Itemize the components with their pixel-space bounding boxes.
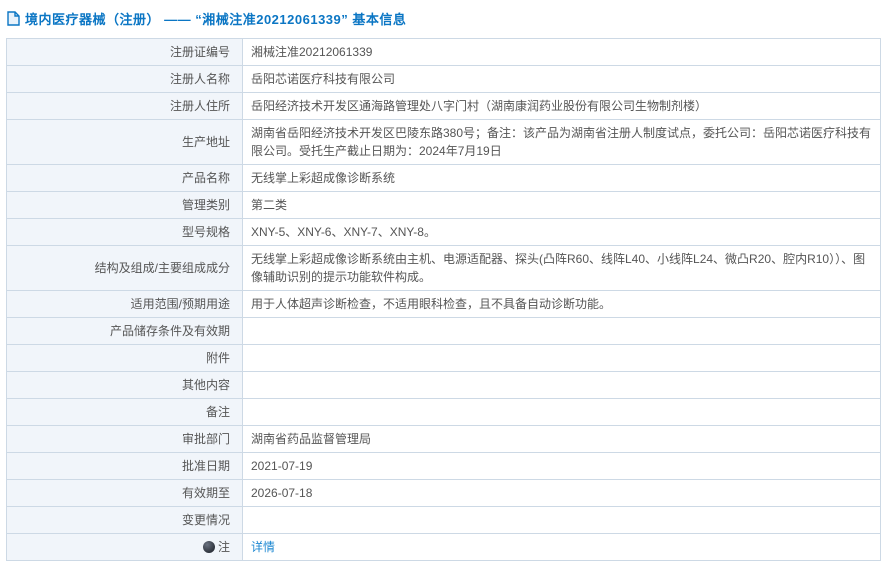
table-row: 型号规格 XNY-5、XNY-6、XNY-7、XNY-8。 — [7, 219, 881, 246]
row-value: 详情 — [243, 534, 881, 561]
table-row: 附件 — [7, 345, 881, 372]
row-label: 有效期至 — [7, 480, 243, 507]
row-label-text: 注册证编号 — [170, 45, 230, 59]
row-value: 第二类 — [243, 192, 881, 219]
row-label: 注册人住所 — [7, 93, 243, 120]
detail-link[interactable]: 详情 — [251, 540, 275, 554]
row-value — [243, 318, 881, 345]
row-label: 管理类别 — [7, 192, 243, 219]
table-row: 注册人住所 岳阳经济技术开发区通海路管理处八字门村（湖南康润药业股份有限公司生物… — [7, 93, 881, 120]
row-value: 无线掌上彩超成像诊断系统由主机、电源适配器、探头(凸阵R60、线阵L40、小线阵… — [243, 246, 881, 291]
row-label-text: 产品储存条件及有效期 — [110, 324, 230, 338]
row-value: 2021-07-19 — [243, 453, 881, 480]
row-label: 备注 — [7, 399, 243, 426]
row-value: 湖南省药品监督管理局 — [243, 426, 881, 453]
row-value-text: 2021-07-19 — [251, 459, 312, 473]
row-value-text: 2026-07-18 — [251, 486, 312, 500]
row-label-text: 审批部门 — [182, 432, 230, 446]
registration-info-table: 注册证编号 湘械注准20212061339 注册人名称 岳阳芯诺医疗科技有限公司… — [6, 38, 881, 561]
row-label: 变更情况 — [7, 507, 243, 534]
row-label: 产品名称 — [7, 165, 243, 192]
row-value: 无线掌上彩超成像诊断系统 — [243, 165, 881, 192]
document-icon — [7, 11, 20, 26]
row-label: 产品储存条件及有效期 — [7, 318, 243, 345]
row-label-text: 变更情况 — [182, 513, 230, 527]
row-value — [243, 507, 881, 534]
row-value — [243, 345, 881, 372]
row-label-text: 附件 — [206, 351, 230, 365]
row-label-text: 注册人住所 — [170, 99, 230, 113]
row-value: 湖南省岳阳经济技术开发区巴陵东路380号；备注：该产品为湖南省注册人制度试点，委… — [243, 120, 881, 165]
row-label-text: 其他内容 — [182, 378, 230, 392]
row-label: 审批部门 — [7, 426, 243, 453]
table-row: 其他内容 — [7, 372, 881, 399]
table-row: 产品储存条件及有效期 — [7, 318, 881, 345]
row-label: 适用范围/预期用途 — [7, 291, 243, 318]
table-row: 审批部门 湖南省药品监督管理局 — [7, 426, 881, 453]
row-value: 用于人体超声诊断检查，不适用眼科检查，且不具备自动诊断功能。 — [243, 291, 881, 318]
row-label: 注册证编号 — [7, 39, 243, 66]
row-label-text: 备注 — [206, 405, 230, 419]
table-row: 有效期至 2026-07-18 — [7, 480, 881, 507]
row-value-text: 无线掌上彩超成像诊断系统由主机、电源适配器、探头(凸阵R60、线阵L40、小线阵… — [251, 252, 865, 284]
table-row: 注册证编号 湘械注准20212061339 — [7, 39, 881, 66]
row-label-text: 型号规格 — [182, 225, 230, 239]
row-value: 岳阳芯诺医疗科技有限公司 — [243, 66, 881, 93]
row-value: 2026-07-18 — [243, 480, 881, 507]
row-label: 批准日期 — [7, 453, 243, 480]
row-value-text: 湘械注准20212061339 — [251, 45, 372, 59]
table-row: 适用范围/预期用途 用于人体超声诊断检查，不适用眼科检查，且不具备自动诊断功能。 — [7, 291, 881, 318]
table-row: 批准日期 2021-07-19 — [7, 453, 881, 480]
row-value: 湘械注准20212061339 — [243, 39, 881, 66]
row-value: 岳阳经济技术开发区通海路管理处八字门村（湖南康润药业股份有限公司生物制剂楼） — [243, 93, 881, 120]
table-row: 结构及组成/主要组成成分 无线掌上彩超成像诊断系统由主机、电源适配器、探头(凸阵… — [7, 246, 881, 291]
row-value: XNY-5、XNY-6、XNY-7、XNY-8。 — [243, 219, 881, 246]
row-label-text: 批准日期 — [182, 459, 230, 473]
table-row: 备注 — [7, 399, 881, 426]
row-value-text: 湖南省岳阳经济技术开发区巴陵东路380号；备注：该产品为湖南省注册人制度试点，委… — [251, 126, 871, 158]
row-value — [243, 372, 881, 399]
row-value-text: XNY-5、XNY-6、XNY-7、XNY-8。 — [251, 225, 436, 239]
table-row: 管理类别 第二类 — [7, 192, 881, 219]
row-label: 附件 — [7, 345, 243, 372]
row-label: 注册人名称 — [7, 66, 243, 93]
row-label-text: 管理类别 — [182, 198, 230, 212]
table-row: 产品名称 无线掌上彩超成像诊断系统 — [7, 165, 881, 192]
row-label: 注 — [7, 534, 243, 561]
note-icon — [203, 541, 215, 553]
row-value-text: 岳阳经济技术开发区通海路管理处八字门村（湖南康润药业股份有限公司生物制剂楼） — [251, 99, 707, 113]
row-label: 结构及组成/主要组成成分 — [7, 246, 243, 291]
page-header: 境内医疗器械（注册） —— “湘械注准20212061339” 基本信息 — [0, 0, 887, 36]
row-value-text: 湖南省药品监督管理局 — [251, 432, 371, 446]
row-label-text: 注 — [218, 540, 230, 554]
row-label: 其他内容 — [7, 372, 243, 399]
row-label-text: 生产地址 — [182, 135, 230, 149]
row-value-text: 用于人体超声诊断检查，不适用眼科检查，且不具备自动诊断功能。 — [251, 297, 611, 311]
table-row: 注册人名称 岳阳芯诺医疗科技有限公司 — [7, 66, 881, 93]
row-label: 生产地址 — [7, 120, 243, 165]
row-value-text: 第二类 — [251, 198, 287, 212]
table-row: 生产地址 湖南省岳阳经济技术开发区巴陵东路380号；备注：该产品为湖南省注册人制… — [7, 120, 881, 165]
row-value-text: 岳阳芯诺医疗科技有限公司 — [251, 72, 395, 86]
row-value — [243, 399, 881, 426]
row-label-text: 注册人名称 — [170, 72, 230, 86]
row-label-text: 适用范围/预期用途 — [131, 297, 230, 311]
row-label-text: 结构及组成/主要组成成分 — [95, 261, 230, 275]
row-label-text: 有效期至 — [182, 486, 230, 500]
row-label: 型号规格 — [7, 219, 243, 246]
page-title: 境内医疗器械（注册） —— “湘械注准20212061339” 基本信息 — [25, 9, 406, 28]
row-value-text: 无线掌上彩超成像诊断系统 — [251, 171, 395, 185]
table-row: 变更情况 — [7, 507, 881, 534]
table-row: 注 详情 — [7, 534, 881, 561]
row-label-text: 产品名称 — [182, 171, 230, 185]
